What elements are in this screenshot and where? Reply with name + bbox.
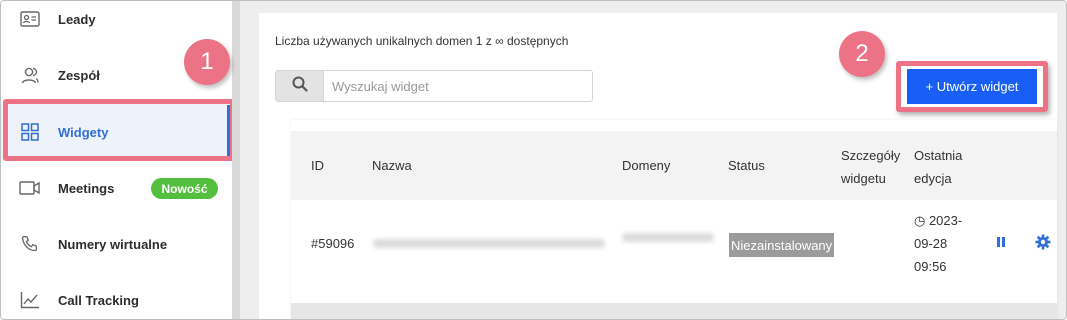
pause-button[interactable] bbox=[993, 236, 1009, 252]
step1-highlight bbox=[3, 99, 235, 161]
create-widget-button[interactable]: + Utwórz widget bbox=[907, 69, 1037, 104]
widget-id-cell: #59096 bbox=[311, 236, 355, 251]
new-badge: Nowość bbox=[151, 178, 218, 199]
search-button[interactable] bbox=[276, 71, 324, 101]
sidebar-item-label: Call Tracking bbox=[58, 292, 139, 308]
sidebar-item-numery-wirtualne[interactable]: Numery wirtualne bbox=[1, 216, 231, 272]
column-header-last-edit[interactable]: Ostatnia edycja bbox=[914, 144, 962, 190]
chart-line-icon bbox=[19, 289, 41, 311]
column-header-id[interactable]: ID bbox=[311, 154, 324, 177]
column-header-name[interactable]: Nazwa bbox=[372, 154, 412, 177]
gear-icon bbox=[1035, 234, 1051, 255]
pause-icon bbox=[996, 235, 1006, 253]
column-header-status[interactable]: Status bbox=[728, 154, 765, 177]
column-header-last-edit-line2: edycja bbox=[914, 171, 952, 186]
last-edit-cell: ◷ 2023- 09-28 09:56 bbox=[914, 209, 962, 278]
search-bar bbox=[275, 70, 593, 102]
column-header-last-edit-line1: Ostatnia bbox=[914, 148, 963, 163]
sidebar-item-label: Numery wirtualne bbox=[58, 236, 168, 252]
sidebar-item-label: Meetings bbox=[58, 180, 115, 196]
search-icon bbox=[292, 76, 308, 97]
search-input[interactable] bbox=[324, 71, 592, 101]
phone-icon bbox=[19, 233, 41, 255]
video-camera-icon bbox=[19, 177, 41, 199]
sidebar-scrollbar[interactable] bbox=[232, 1, 240, 319]
column-header-details: Szczegóły widgetu bbox=[841, 144, 900, 190]
widget-name-blurred bbox=[373, 239, 605, 248]
column-header-details-line1: Szczegóły bbox=[841, 148, 901, 163]
column-header-domains[interactable]: Domeny bbox=[622, 154, 670, 177]
step2-marker: 2 bbox=[839, 31, 885, 77]
sidebar-item-label: Zespół bbox=[58, 67, 100, 83]
sidebar-item-leady[interactable]: Leady bbox=[1, 1, 231, 47]
settings-button[interactable] bbox=[1034, 234, 1052, 255]
step1-marker: 1 bbox=[184, 39, 230, 85]
column-header-details-line2: widgetu bbox=[841, 171, 886, 186]
widget-domain-blurred bbox=[622, 233, 714, 242]
sidebar-item-call-tracking[interactable]: Call Tracking bbox=[1, 272, 231, 319]
status-badge: Niezainstalowany bbox=[729, 233, 835, 257]
domain-usage-text: Liczba używanych unikalnych domen 1 z ∞ … bbox=[275, 34, 569, 48]
app-window: Leady Zespół Widgety Meetings Nowość Num… bbox=[0, 0, 1067, 320]
last-edit-line1: ◷ 2023- bbox=[914, 213, 963, 228]
last-edit-line2: 09-28 bbox=[914, 236, 948, 251]
team-icon bbox=[19, 64, 41, 86]
sidebar-item-label: Leady bbox=[58, 11, 96, 27]
last-edit-line3: 09:56 bbox=[914, 259, 947, 274]
table-row-next bbox=[291, 304, 1057, 319]
contact-card-icon bbox=[19, 8, 41, 30]
